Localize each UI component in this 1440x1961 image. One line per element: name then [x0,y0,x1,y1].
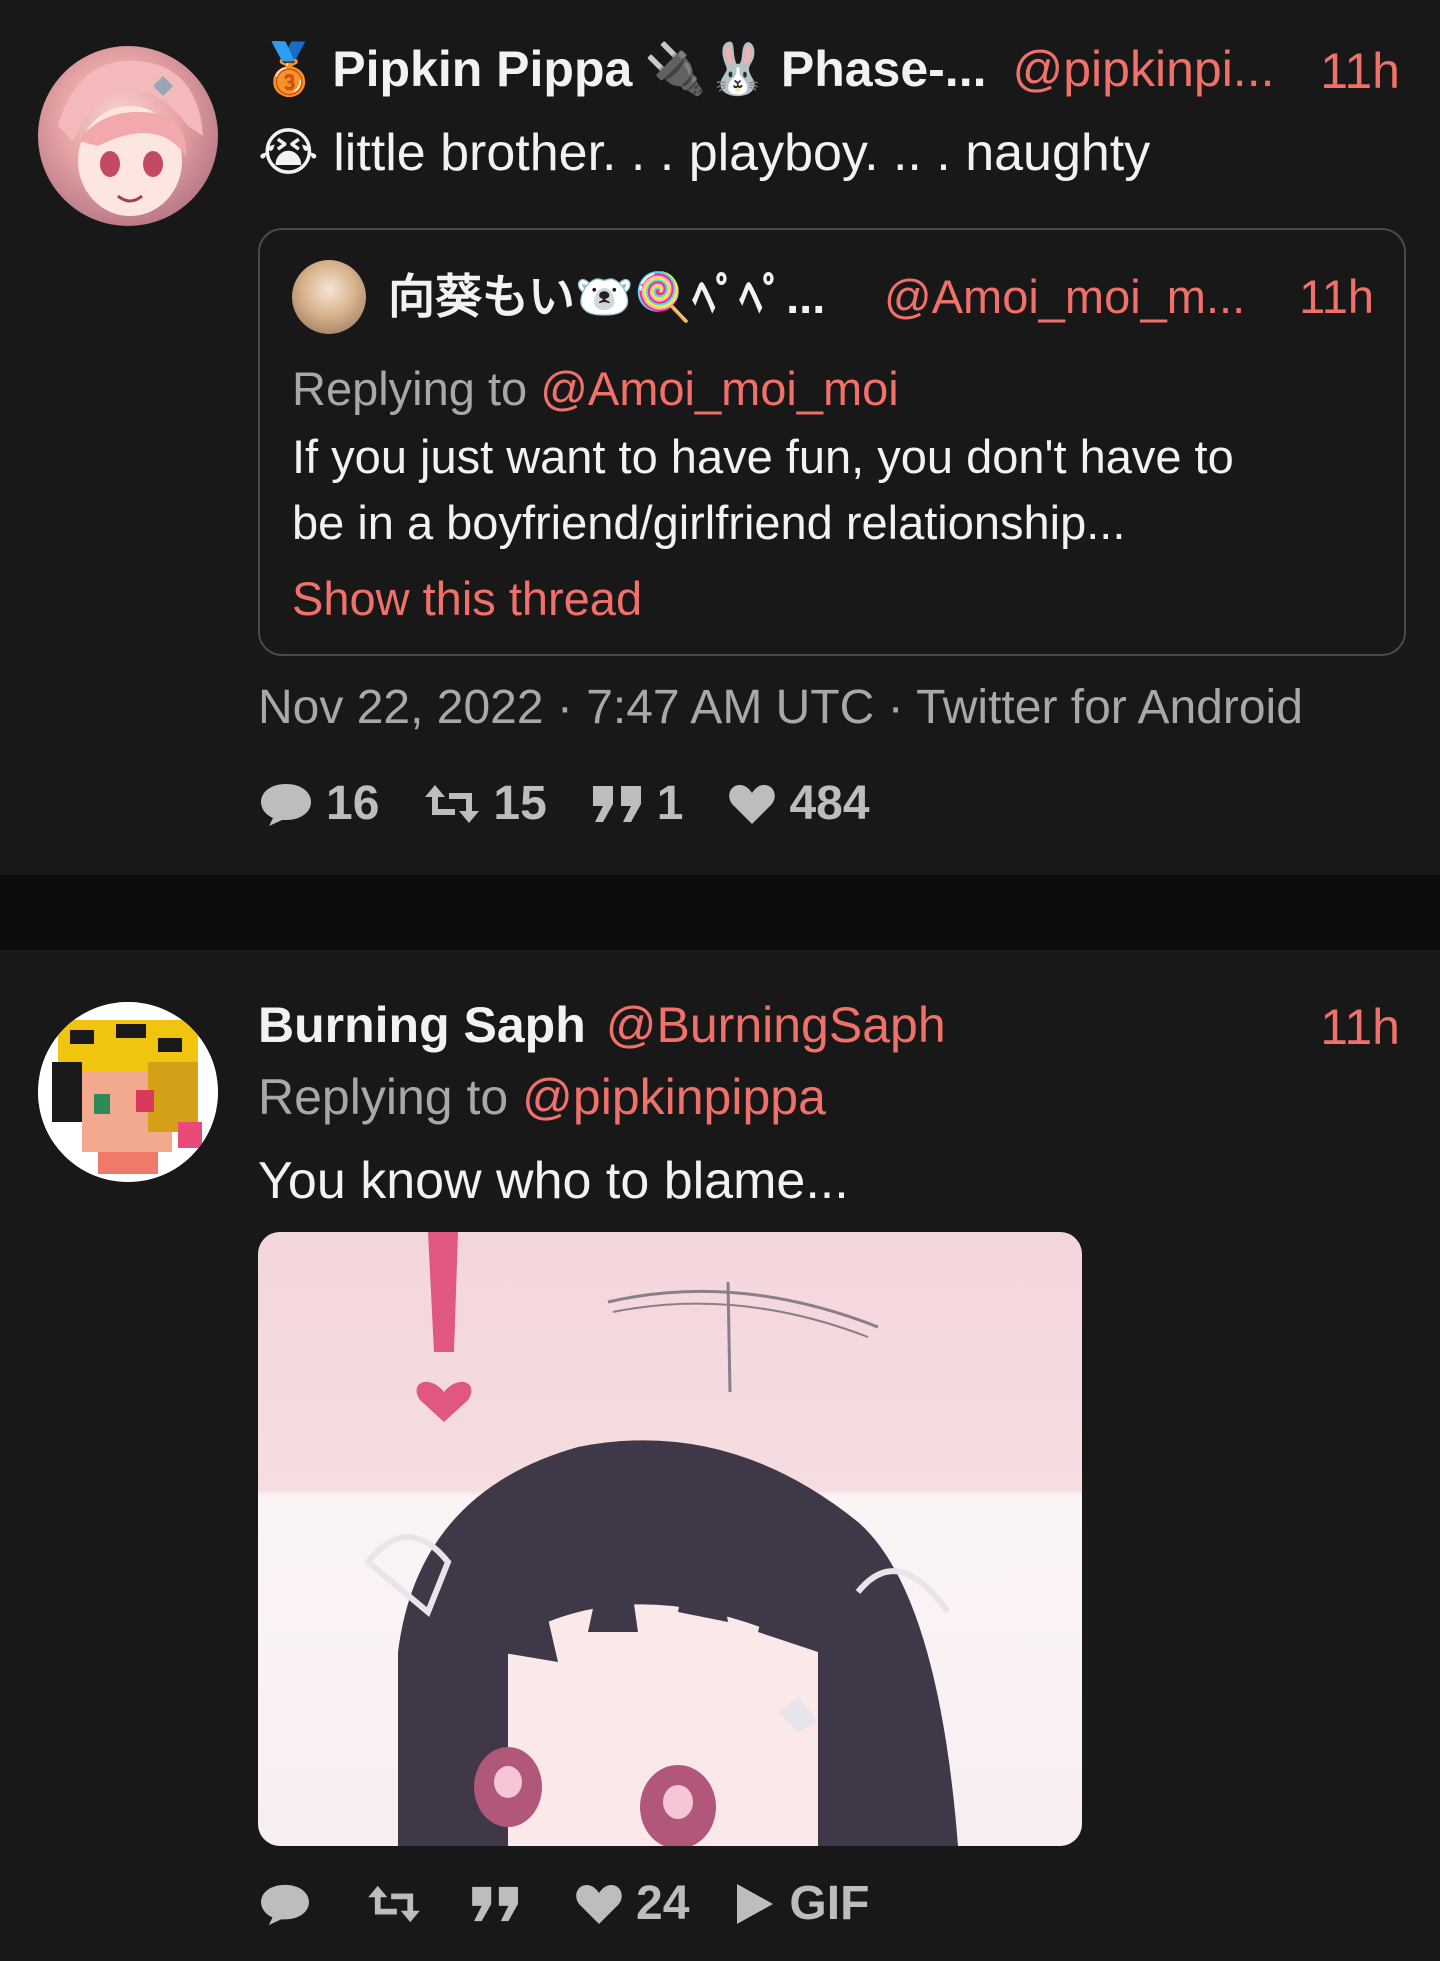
like-count: 484 [789,777,870,830]
gif-label: GIF [789,1877,870,1930]
like-count: 24 [636,1877,690,1930]
quote-icon [592,785,641,822]
avatar[interactable] [38,46,218,226]
author-name-extra[interactable]: Phase-... [781,40,987,98]
play-icon [737,1883,774,1924]
reply-button[interactable] [258,1881,324,1927]
show-thread-link[interactable]: Show this thread [292,566,642,632]
quote-count: 1 [656,777,684,830]
quote-text-line-1: If you just want to have fun, you don't … [292,430,1234,483]
author-handle[interactable]: @BurningSaph [606,996,946,1054]
quote-button[interactable]: 1 [591,776,684,831]
tweet-actions: 24 GIF [258,1876,913,1931]
tweet-header: Burning Saph @BurningSaph [258,994,946,1056]
tweet-time[interactable]: 11h [1320,42,1400,100]
author-name[interactable]: Pipkin Pippa [332,40,632,98]
retweet-icon [368,1885,420,1922]
quote-avatar[interactable] [292,260,366,334]
medal-icon: 🥉 [258,40,321,97]
quote-author-handle[interactable]: @Amoi_moi_m... [884,264,1245,330]
quote-header: 向葵もい🐻‍❄️🍭ﾍﾟﾍﾟ... [388,264,825,330]
tweet-separator [0,875,1440,950]
retweet-count: 15 [493,777,547,830]
quote-icon [472,1886,518,1921]
heart-icon [576,1884,622,1924]
reply-icon [261,783,311,826]
replying-line: Replying to @pipkinpippa [258,1066,826,1128]
reply-button[interactable]: 16 [258,776,379,831]
gif-media[interactable] [258,1232,1082,1846]
replying-handle-link[interactable]: @pipkinpippa [522,1068,826,1126]
tweet-time[interactable]: 11h [1320,998,1400,1056]
reply-count: 16 [326,777,380,830]
retweet-button[interactable]: 15 [423,776,547,831]
like-button[interactable]: 24 [574,1876,689,1931]
avatar-art [58,60,203,216]
tweet-text: 😭 little brother. . . playboy. .. . naug… [258,124,1151,182]
tweet-1[interactable]: 🥉 Pipkin Pippa 🔌🐰 Phase-... @pipkinpi...… [0,0,1440,875]
author-name[interactable]: Burning Saph [258,996,586,1054]
plug-bunny-emoji: 🔌🐰 [644,40,769,97]
heart-icon [729,784,776,824]
quote-text-line-2: be in a boyfriend/girlfriend relationshi… [292,496,1126,549]
retweet-icon [425,784,480,823]
tweet-meta[interactable]: Nov 22, 2022 · 7:47 AM UTC · Twitter for… [258,680,1303,735]
quote-author-name[interactable]: 向葵もい🐻‍❄️🍭ﾍﾟﾍﾟ... [388,270,825,323]
replying-handle-link[interactable]: @Amoi_moi_moi [540,362,899,415]
gif-play-button[interactable]: GIF [733,1876,869,1931]
pixel-avatar-art [38,1002,218,1182]
tweet-header: 🥉 Pipkin Pippa 🔌🐰 Phase-... @pipkinpi... [258,38,1274,100]
replying-prefix: Replying to [258,1069,509,1125]
retweet-button[interactable] [366,1882,434,1926]
tweet-text: You know who to blame... [258,1152,849,1210]
replying-prefix: Replying to [292,362,528,415]
avatar[interactable] [38,1002,218,1182]
like-button[interactable]: 484 [727,776,870,831]
quote-button[interactable] [470,1883,534,1925]
author-handle[interactable]: @pipkinpi... [1012,40,1274,98]
quote-replying-line: Replying to @Amoi_moi_moi [292,356,899,422]
anime-girl-gif [258,1232,1082,1846]
quoted-tweet[interactable]: 向葵もい🐻‍❄️🍭ﾍﾟﾍﾟ... @Amoi_moi_m... 11h Repl… [258,228,1406,656]
tweet-actions: 16 15 1 484 [258,776,914,831]
reply-icon [261,1884,309,1925]
quote-time[interactable]: 11h [1299,264,1374,330]
